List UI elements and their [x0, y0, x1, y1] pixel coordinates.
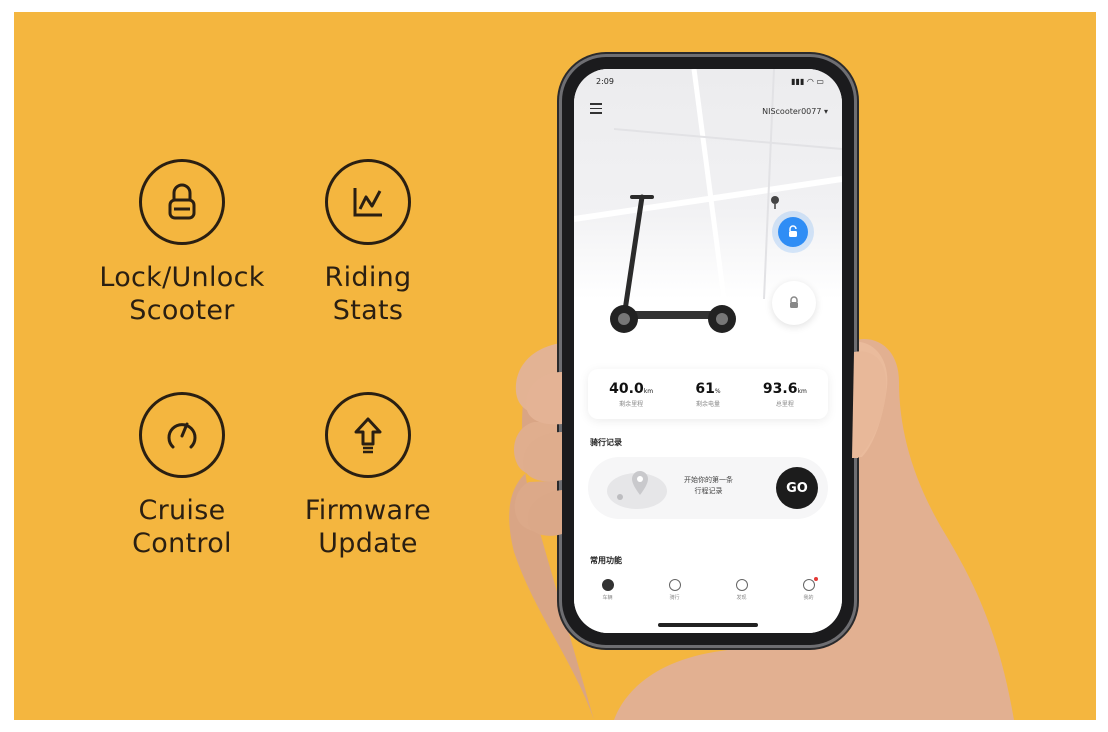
feature-firmware-update: Firmware Update: [268, 392, 468, 560]
app-screen: 2:09 ▮▮▮ ◠ ▭ NIScooter0077 ▾ 40.0km 剩余里程…: [574, 69, 842, 633]
tab-label: 我的: [803, 595, 814, 601]
line-chart-icon: [353, 188, 382, 217]
feature-label: Firmware Update: [268, 494, 468, 560]
feature-riding-stats: Riding Stats: [268, 159, 468, 327]
tab-profile[interactable]: 我的: [789, 577, 829, 633]
padlock-icon: [790, 296, 798, 308]
feature-icon-circle: [325, 159, 411, 245]
feature-label-line: Scooter: [129, 295, 235, 326]
route-map-icon: [607, 471, 667, 509]
scooter-image: [610, 194, 736, 333]
feature-label-line: Lock/Unlock: [99, 262, 265, 293]
status-time: 2:09: [596, 77, 614, 86]
feature-label: Riding Stats: [268, 261, 468, 327]
stat-unit: km: [643, 387, 654, 395]
stat-label: 总里程: [775, 400, 794, 408]
feature-label-line: Stats: [332, 295, 404, 326]
ride-stats-card: 40.0km 剩余里程 61% 剩余电量 93.6km 总里程: [588, 369, 828, 419]
device-selector[interactable]: NIScooter0077 ▾: [762, 107, 828, 116]
smartphone: 2:09 ▮▮▮ ◠ ▭ NIScooter0077 ▾ 40.0km 剩余里程…: [562, 57, 854, 645]
stat-unit: km: [797, 387, 807, 395]
stat-label: 剩余里程: [619, 400, 644, 408]
padlock-icon: [168, 183, 196, 220]
tab-label: 骑行: [669, 595, 680, 601]
hand-illustration: [509, 338, 1014, 720]
signal-battery-icons: ▮▮▮ ◠ ▭: [791, 77, 824, 86]
status-bar: 2:09 ▮▮▮ ◠ ▭: [596, 77, 824, 86]
ride-prompt: 开始你的第一条 行程记录: [684, 475, 733, 497]
tab-vehicle[interactable]: 车辆: [588, 579, 628, 633]
feature-label-line: Riding: [324, 262, 412, 293]
speedometer-icon: [167, 422, 197, 449]
stat-unit: %: [714, 387, 721, 395]
go-button[interactable]: GO: [776, 467, 818, 509]
stat-value: 93.6km: [763, 381, 807, 397]
stat-number: 61: [695, 380, 715, 397]
feature-label: Cruise Control: [82, 494, 282, 560]
feature-icon-circle: [325, 392, 411, 478]
promo-banner: Lock/Unlock Scooter Riding Stats Cruise …: [14, 12, 1096, 720]
stat-number: 93.6: [762, 380, 798, 397]
home-indicator[interactable]: [658, 623, 758, 627]
stat-value: 40.0km: [609, 381, 653, 397]
unlock-button[interactable]: [778, 217, 808, 247]
stat-remaining-range: 40.0km 剩余里程: [609, 381, 653, 408]
speedometer-tab-icon: [668, 579, 681, 591]
feature-label: Lock/Unlock Scooter: [82, 261, 282, 327]
hamburger-menu-icon[interactable]: [590, 103, 602, 117]
feature-icon-circle: [139, 159, 225, 245]
stat-value: 61%: [695, 381, 720, 397]
tab-label: 发现: [736, 595, 747, 601]
stat-number: 40.0: [609, 380, 644, 397]
functions-section-title: 常用功能: [590, 556, 622, 565]
feature-label-line: Update: [318, 528, 418, 559]
ride-record-card[interactable]: 开始你的第一条 行程记录 GO: [588, 457, 828, 519]
hand-fingers: [522, 351, 887, 536]
stat-total-mileage: 93.6km 总里程: [763, 381, 807, 408]
user-tab-icon: [802, 577, 818, 591]
ride-prompt-line: 开始你的第一条: [684, 476, 733, 484]
map-pin-icon: [771, 196, 779, 209]
feature-label-line: Cruise: [138, 495, 226, 526]
device-name: NIScooter0077: [762, 107, 822, 116]
scooter-tab-icon: [601, 579, 614, 591]
feature-cruise-control: Cruise Control: [82, 392, 282, 560]
notification-dot: [813, 577, 818, 581]
feature-label-line: Control: [132, 528, 232, 559]
ride-section-title: 骑行记录: [590, 438, 622, 447]
ride-prompt-line: 行程记录: [694, 487, 723, 495]
stat-label: 剩余电量: [695, 400, 720, 408]
feature-label-line: Firmware: [304, 495, 432, 526]
tab-label: 车辆: [602, 595, 613, 601]
up-arrow-icon: [354, 417, 382, 454]
unlocked-padlock-icon: [789, 225, 797, 237]
stat-battery: 61% 剩余电量: [695, 381, 720, 408]
compass-tab-icon: [735, 579, 748, 591]
feature-icon-circle: [139, 392, 225, 478]
lock-button[interactable]: [772, 281, 816, 325]
feature-lock-unlock: Lock/Unlock Scooter: [82, 159, 282, 327]
